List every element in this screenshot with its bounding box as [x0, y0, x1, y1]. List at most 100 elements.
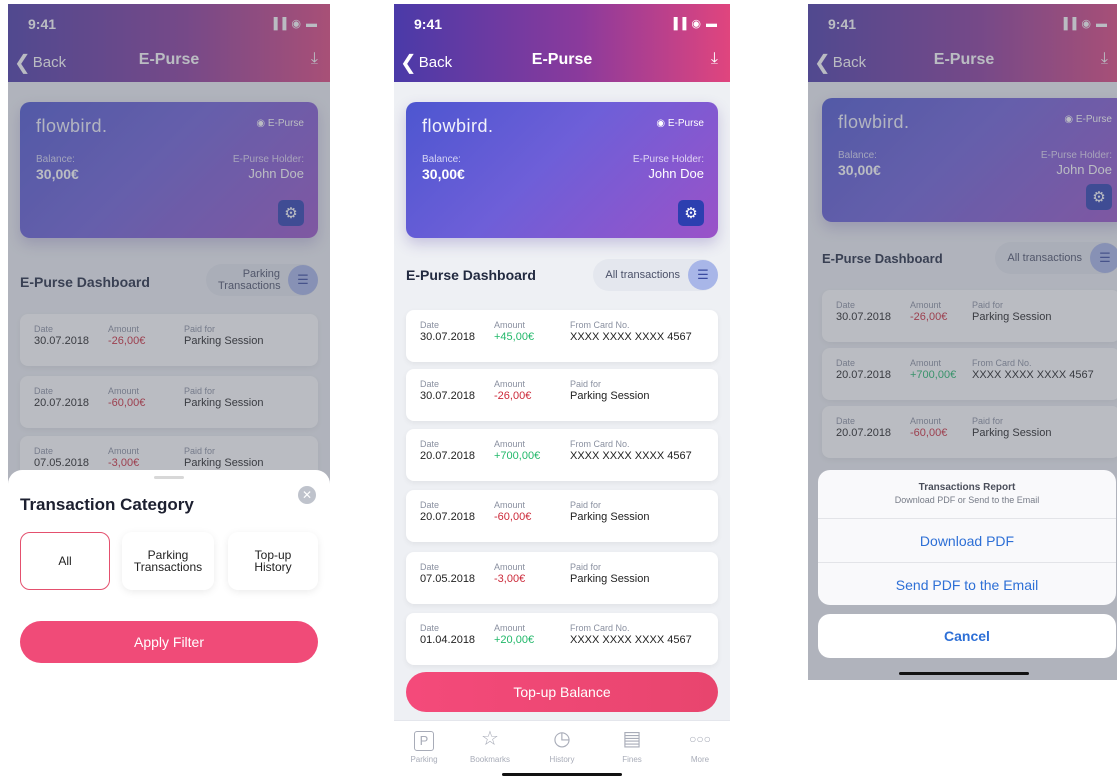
- date-label: Date: [420, 379, 440, 389]
- purse-icon: ◉: [656, 118, 668, 129]
- phone-report-screen: 9:41 ▐▐ ◉ ▬ ❮ Back E-Purse ⤓ flowbird. ◉ …: [808, 4, 1117, 680]
- parking-icon: P: [394, 727, 454, 751]
- amount-label: Amount: [494, 439, 526, 449]
- detail-value: XXXX XXXX XXXX 4567: [570, 450, 692, 462]
- category-parking-label: Parking Transactions: [133, 548, 203, 574]
- date-value: 07.05.2018: [420, 573, 476, 585]
- transaction-row[interactable]: Date 20.07.2018 Amount +700,00€ From Car…: [406, 429, 718, 481]
- amount-value: -3,00€: [494, 573, 526, 585]
- holder-name: John Doe: [648, 166, 704, 181]
- sheet-grabber[interactable]: [154, 476, 184, 479]
- page-title: E-Purse: [531, 51, 593, 68]
- action-sheet-title: Transactions Report: [918, 482, 1016, 493]
- tab-fines[interactable]: ▤ Fines: [602, 727, 662, 764]
- header-bar: 9:41 ▐▐ ◉ ▬ ❮ Back E-Purse ⤓: [394, 4, 730, 82]
- holder-label: E-Purse Holder:: [632, 154, 704, 165]
- amount-value: -26,00€: [494, 390, 532, 402]
- home-indicator: [899, 672, 1029, 675]
- tab-label: Bookmarks: [469, 755, 510, 764]
- apply-filter-button[interactable]: Apply Filter: [20, 621, 318, 663]
- amount-value: -60,00€: [494, 511, 532, 523]
- amount-value: +20,00€: [494, 634, 535, 646]
- tab-label: Fines: [622, 755, 642, 764]
- category-all-option[interactable]: All: [20, 532, 110, 590]
- date-value: 30.07.2018: [420, 331, 476, 343]
- date-label: Date: [420, 320, 440, 330]
- amount-label: Amount: [494, 562, 526, 572]
- ticket-icon: ▤: [622, 728, 642, 750]
- category-topup-label: Top-up History: [254, 548, 292, 574]
- status-time: 9:41: [414, 16, 443, 32]
- date-value: 30.07.2018: [420, 390, 476, 402]
- send-pdf-email-button[interactable]: Send PDF to the Email: [818, 562, 1116, 606]
- settings-gear-icon[interactable]: ⚙: [678, 200, 704, 226]
- detail-label: From Card No.: [570, 439, 630, 449]
- brand-logo: flowbird.: [422, 116, 494, 136]
- tab-history[interactable]: ◷ History: [532, 727, 592, 764]
- category-parking-option[interactable]: Parking Transactions: [122, 532, 214, 590]
- tab-parking[interactable]: P Parking: [394, 727, 454, 764]
- tab-more[interactable]: ○○○ More: [670, 727, 730, 764]
- amount-label: Amount: [494, 623, 526, 633]
- detail-value: XXXX XXXX XXXX 4567: [570, 634, 692, 646]
- phone-dashboard-screen: 9:41 ▐▐ ◉ ▬ ❮ Back E-Purse ⤓ flowbird. ◉ …: [394, 4, 730, 780]
- date-label: Date: [420, 562, 440, 572]
- tab-label: More: [690, 755, 710, 764]
- cancel-button[interactable]: Cancel: [818, 614, 1116, 658]
- date-label: Date: [420, 439, 440, 449]
- dashboard-title: E-Purse Dashboard: [406, 267, 536, 283]
- detail-label: Paid for: [570, 562, 602, 572]
- detail-value: Parking Session: [570, 511, 650, 523]
- topup-balance-button[interactable]: Top-up Balance: [406, 672, 718, 712]
- phone-filter-screen: 9:41 ▐▐ ◉ ▬ ❮ Back E-Purse ⤓ flowbird. ◉ …: [8, 4, 330, 680]
- detail-value: XXXX XXXX XXXX 4567: [570, 331, 692, 343]
- date-label: Date: [420, 623, 440, 633]
- transaction-row[interactable]: Date 20.07.2018 Amount -60,00€ Paid for …: [406, 490, 718, 542]
- bottom-tab-bar: P Parking ☆ Bookmarks ◷ History ▤ Fines …: [394, 720, 730, 780]
- transaction-row[interactable]: Date 07.05.2018 Amount -3,00€ Paid for P…: [406, 552, 718, 604]
- detail-label: Paid for: [570, 379, 602, 389]
- balance-label: Balance:: [422, 154, 461, 165]
- tab-label: History: [549, 755, 575, 764]
- transaction-row[interactable]: Date 30.07.2018 Amount +45,00€ From Card…: [406, 310, 718, 362]
- balance-value: 30,00€: [422, 166, 465, 182]
- date-value: 01.04.2018: [420, 634, 476, 646]
- date-label: Date: [420, 500, 440, 510]
- date-value: 20.07.2018: [420, 450, 476, 462]
- amount-label: Amount: [494, 379, 526, 389]
- filter-label: All transactions: [605, 269, 680, 281]
- detail-label: From Card No.: [570, 320, 630, 330]
- card-badge: ◉ E-Purse: [656, 118, 704, 129]
- category-topup-option[interactable]: Top-up History: [228, 532, 318, 590]
- filter-button[interactable]: All transactions ☰: [593, 259, 718, 291]
- home-indicator: [502, 773, 622, 776]
- tab-label: Parking: [410, 755, 438, 764]
- sliders-icon: ☰: [688, 260, 718, 290]
- more-dots-icon: ○○○: [689, 732, 711, 746]
- sheet-title: Transaction Category: [20, 495, 194, 514]
- close-icon[interactable]: ✕: [298, 486, 316, 504]
- amount-label: Amount: [494, 500, 526, 510]
- transaction-row[interactable]: Date 01.04.2018 Amount +20,00€ From Card…: [406, 613, 718, 665]
- report-action-sheet: Transactions Report Download PDF or Send…: [818, 470, 1116, 605]
- status-icons: ▐▐ ◉ ▬: [669, 18, 718, 30]
- star-icon: ☆: [481, 728, 499, 750]
- category-sheet: Transaction Category ✕ All Parking Trans…: [8, 470, 330, 680]
- amount-label: Amount: [494, 320, 526, 330]
- transaction-row[interactable]: Date 30.07.2018 Amount -26,00€ Paid for …: [406, 369, 718, 421]
- detail-value: Parking Session: [570, 573, 650, 585]
- amount-value: +700,00€: [494, 450, 541, 462]
- card-badge-label: E-Purse: [667, 118, 704, 129]
- date-value: 20.07.2018: [420, 511, 476, 523]
- amount-value: +45,00€: [494, 331, 535, 343]
- detail-value: Parking Session: [570, 390, 650, 402]
- detail-label: Paid for: [570, 500, 602, 510]
- action-sheet-subtitle: Download PDF or Send to the Email: [894, 495, 1040, 505]
- clock-icon: ◷: [553, 728, 571, 750]
- epurse-card: flowbird. ◉ E-Purse Balance: 30,00€ E-Pu…: [406, 102, 718, 238]
- download-icon[interactable]: ⤓: [711, 50, 718, 68]
- detail-label: From Card No.: [570, 623, 630, 633]
- download-pdf-button[interactable]: Download PDF: [818, 518, 1116, 562]
- tab-bookmarks[interactable]: ☆ Bookmarks: [460, 727, 520, 764]
- category-all-label: All: [58, 554, 72, 568]
